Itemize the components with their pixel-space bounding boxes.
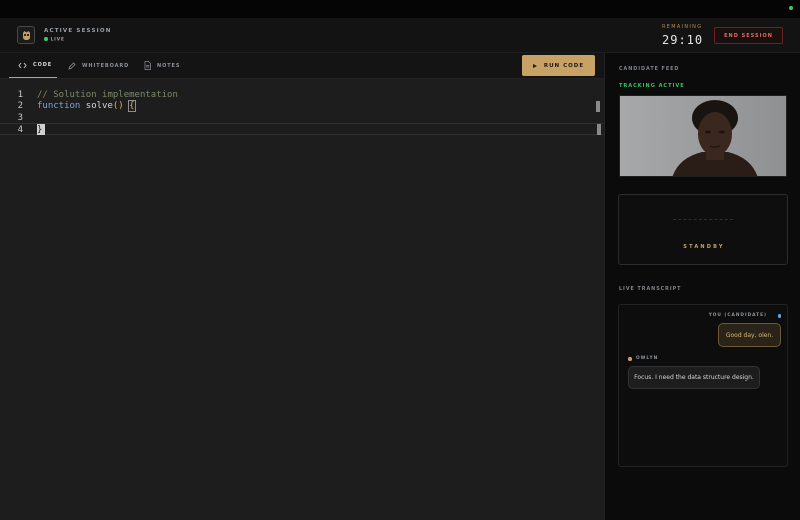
code-comment: // Solution implementation (37, 90, 178, 100)
standby-panel: STANDBY (618, 194, 788, 265)
session-header: ACTIVE SESSION LIVE REMAINING 29:10 END … (0, 18, 800, 53)
transcript-panel[interactable]: YOU (CANDIDATE) Good day, olen. OWLYN Fo… (618, 304, 788, 467)
scrollbar-marker[interactable] (596, 101, 600, 112)
live-label: LIVE (50, 37, 65, 43)
run-code-button[interactable]: RUN CODE (522, 55, 595, 76)
speaker-you-label: YOU (CANDIDATE) (708, 313, 767, 318)
candidate-portrait (620, 96, 786, 176)
code-keyword: function (37, 101, 81, 111)
code-icon (18, 62, 27, 68)
live-indicator: LIVE (44, 37, 65, 42)
tab-code-label: CODE (33, 62, 53, 68)
live-dot-icon (44, 37, 48, 41)
code-function-name: solve (85, 101, 113, 111)
tab-notes[interactable]: NOTES (144, 53, 180, 78)
remaining-label: REMAINING (662, 24, 703, 30)
line-number: 2 (17, 101, 23, 111)
message-other: Focus. I need the data structure design. (628, 366, 760, 389)
code-editor[interactable]: 1 // Solution implementation 2 function … (0, 79, 604, 520)
sidebar: CANDIDATE FEED TRACKING ACTIVE STANDBY L… (604, 53, 800, 520)
speaker-other-dot (628, 357, 632, 361)
speaker-you-dot (777, 314, 781, 318)
tab-code[interactable]: CODE (9, 53, 57, 78)
logo (17, 26, 35, 44)
live-transcript-label: LIVE TRANSCRIPT (619, 287, 682, 292)
speaker-other-label: OWLYN (636, 356, 659, 361)
code-text: } (37, 124, 45, 136)
line-number: 4 (17, 125, 23, 135)
tab-whiteboard[interactable]: WHITEBOARD (68, 53, 129, 78)
end-session-button[interactable]: END SESSION (714, 27, 783, 44)
tab-notes-label: NOTES (157, 62, 181, 69)
text-cursor: } (37, 124, 45, 135)
owl-icon (23, 31, 30, 40)
scrollbar-marker[interactable] (597, 124, 601, 135)
play-icon (532, 63, 537, 68)
editor-tabs: CODE WHITEBOARD NOTES RUN CODE (0, 53, 604, 79)
standby-divider (673, 219, 733, 220)
document-icon (144, 61, 151, 70)
top-strip (0, 0, 800, 18)
message-you: Good day, olen. (718, 323, 781, 347)
run-code-label: RUN CODE (543, 62, 585, 69)
tracking-status: TRACKING ACTIVE (619, 83, 685, 89)
code-line-current: 4 } (0, 123, 604, 135)
candidate-video (619, 95, 787, 177)
countdown-timer: 29:10 (662, 33, 704, 47)
pencil-icon (68, 61, 76, 70)
candidate-feed-label: CANDIDATE FEED (619, 67, 680, 72)
tab-whiteboard-label: WHITEBOARD (82, 62, 130, 69)
session-title: ACTIVE SESSION (44, 28, 112, 34)
standby-label: STANDBY (683, 244, 725, 250)
code-parens: () (112, 101, 124, 111)
status-dot (789, 6, 793, 10)
code-line: 2 function solve() { (0, 100, 604, 112)
code-text: function solve() { (37, 100, 136, 112)
code-close-brace: } (37, 125, 43, 135)
code-open-brace: { (128, 100, 136, 112)
